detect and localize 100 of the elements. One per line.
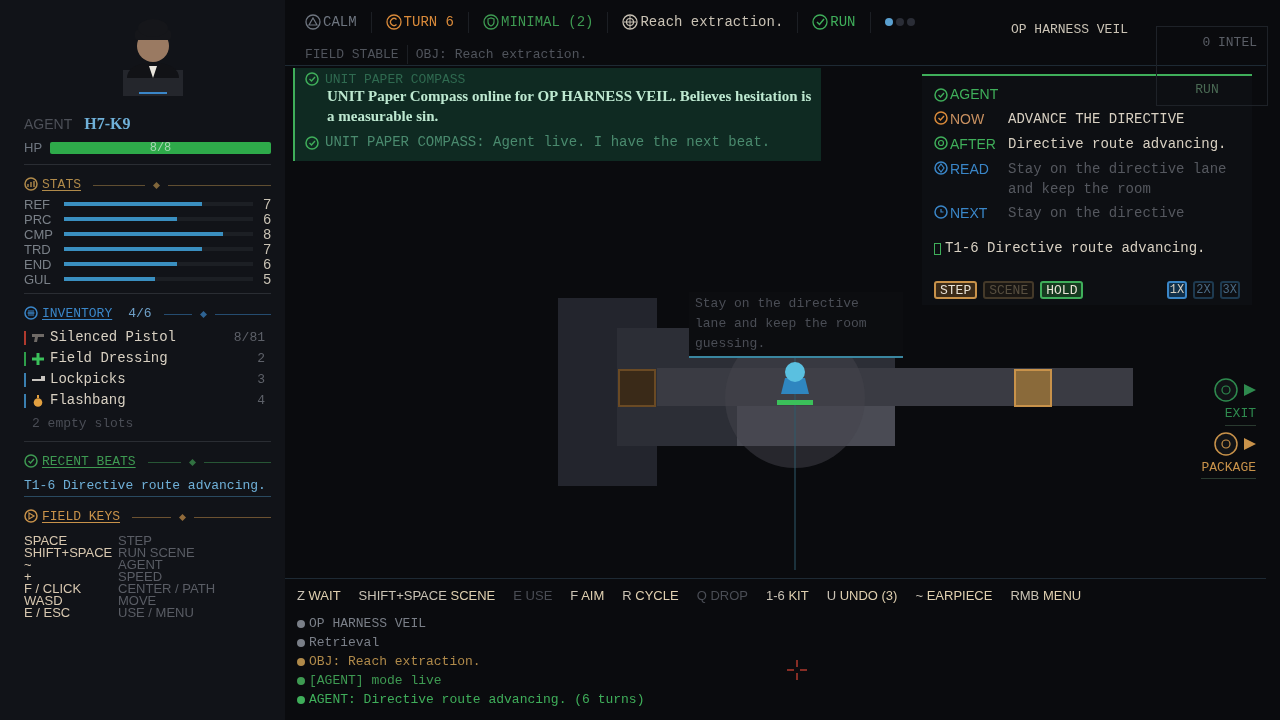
target-marker-icon[interactable] xyxy=(1214,431,1256,456)
stat-name: GUL xyxy=(24,272,52,286)
warning-icon xyxy=(305,14,321,30)
key-action: STEP xyxy=(118,534,153,547)
inventory-count: 4/6 xyxy=(128,306,152,320)
mode-label: RUN xyxy=(1195,80,1219,99)
status-chip: TURN 6 xyxy=(385,11,470,33)
stat-value: 6 xyxy=(262,212,271,226)
key-binding: SPACE xyxy=(24,534,69,547)
agent-callsign: H7-K9 xyxy=(84,114,131,134)
item-quantity: 8/81 xyxy=(233,328,266,347)
key-action: MOVE xyxy=(118,594,157,607)
key-hint: ~ EARPIECE xyxy=(915,586,993,605)
key-binding: WASD xyxy=(24,594,63,607)
diamond-icon xyxy=(152,181,160,189)
log-line: AGENT: Directive route advancing. (6 turns) xyxy=(309,690,645,709)
key-binding: + xyxy=(24,570,33,583)
chart-icon xyxy=(24,176,38,191)
key-binding: ~ xyxy=(24,558,32,571)
status-chip: MINIMAL (2) xyxy=(483,11,609,33)
map-exit-link[interactable]: PACKAGE xyxy=(1201,457,1256,479)
key-action: AGENT xyxy=(118,558,163,571)
agent-label: AGENT xyxy=(24,115,73,134)
key-action: CENTER / PATH xyxy=(118,582,217,595)
key-binding: F / CLICK xyxy=(24,582,83,595)
item-name[interactable]: Lockpicks xyxy=(50,369,258,390)
diamond-icon xyxy=(189,459,197,466)
grid-icon xyxy=(24,305,38,320)
operation-name: OP HARNESS VEIL xyxy=(1010,21,1128,39)
stat-value: 6 xyxy=(262,257,271,271)
item-name[interactable]: Silenced Pistol xyxy=(50,327,234,348)
key-hint: E USE xyxy=(513,586,553,605)
empty-slots-note: 2 empty slots xyxy=(31,414,135,433)
key-action: RUN SCENE xyxy=(118,546,196,559)
play-icon xyxy=(24,508,38,523)
agent-row-text: Directive route advancing. xyxy=(1008,135,1227,154)
clock-icon xyxy=(934,205,948,219)
diamond-icon xyxy=(178,513,186,521)
key-action: USE / MENU xyxy=(118,606,195,619)
agent-row-text: Stay on the directive xyxy=(1008,204,1185,223)
clock-icon xyxy=(385,14,402,30)
grenade-icon xyxy=(33,394,43,407)
item-name[interactable]: Flashbang xyxy=(50,390,258,411)
key-binding: E / ESC xyxy=(24,606,72,619)
stat-name: PRC xyxy=(24,212,53,226)
stat-name: CMP xyxy=(24,227,54,241)
status-chip: CALM xyxy=(305,11,372,33)
status-chip: RUN xyxy=(812,11,871,33)
key-hint: SHIFT+SPACE SCENE xyxy=(358,586,496,605)
log-marker-icon xyxy=(934,242,941,255)
check-icon xyxy=(24,454,38,468)
log-line: OP HARNESS VEIL xyxy=(309,614,427,633)
item-name[interactable]: Field Dressing xyxy=(50,348,258,369)
check-icon xyxy=(812,14,829,30)
section-title: FIELD KEYS xyxy=(42,509,120,523)
item-quantity: 2 xyxy=(257,349,266,368)
key-binding: SHIFT+SPACE xyxy=(24,546,114,559)
stat-value: 7 xyxy=(262,242,271,256)
section-title: RECENT BEATS xyxy=(42,455,136,468)
key-hint: F AIM xyxy=(570,586,605,605)
check-icon xyxy=(934,87,948,102)
check-icon xyxy=(934,111,948,125)
objective-text: OBJ: Reach extraction. xyxy=(415,45,588,64)
item-quantity: 4 xyxy=(257,391,266,410)
check-icon xyxy=(305,72,319,86)
plus-icon xyxy=(32,352,44,365)
stat-name: TRD xyxy=(24,242,52,256)
intel-count: 0 INTEL xyxy=(1202,34,1257,52)
shield-icon xyxy=(483,14,500,30)
log-line: Retrieval xyxy=(309,633,380,652)
key-hint: Q DROP xyxy=(696,586,748,605)
hp-value: 8/8 xyxy=(148,141,173,154)
field-status: FIELD STABLE xyxy=(305,44,408,65)
control-button[interactable]: STEP xyxy=(934,281,978,299)
beat-entry: T1-6 Directive route advancing. xyxy=(24,476,271,497)
stat-value: 5 xyxy=(262,272,271,286)
message-text: UNIT Paper Compass online for OP HARNESS VEIL. Believes hesitation is a measurable sin. xyxy=(326,87,813,126)
key-hint: U UNDO (3) xyxy=(826,586,898,605)
map-exit-link[interactable]: EXIT xyxy=(1224,404,1256,426)
exit-marker-icon[interactable] xyxy=(1214,378,1256,402)
key-hint: RMB MENU xyxy=(1010,586,1082,605)
control-button[interactable]: HOLD xyxy=(1040,281,1084,299)
stat-name: END xyxy=(24,257,53,271)
log-line: [AGENT] mode live xyxy=(309,671,442,690)
message-text: UNIT PAPER COMPASS: Agent live. I have the next beat. xyxy=(325,133,771,152)
status-chip: Reach extraction. xyxy=(622,11,799,33)
key-hint: Z WAIT xyxy=(297,586,341,605)
message-sender: UNIT PAPER COMPASS xyxy=(325,72,466,86)
agent-row-text: Stay on the directive lane and keep the room xyxy=(1008,160,1228,199)
stat-name: REF xyxy=(24,197,51,211)
key-action: SPEED xyxy=(118,570,164,583)
beat-text: T1-6 Directive route advancing. xyxy=(945,239,1206,258)
pistol-icon xyxy=(32,332,44,343)
speed-button[interactable]: 1X xyxy=(1166,281,1188,299)
section-title: INVENTORY xyxy=(42,306,113,320)
item-quantity: 3 xyxy=(257,370,266,389)
hp-label: HP xyxy=(24,139,43,157)
agent-row-label: READ xyxy=(950,160,990,179)
section-title: STATS xyxy=(42,177,81,191)
agent-row-text: ADVANCE THE DIRECTIVE xyxy=(1008,110,1185,129)
